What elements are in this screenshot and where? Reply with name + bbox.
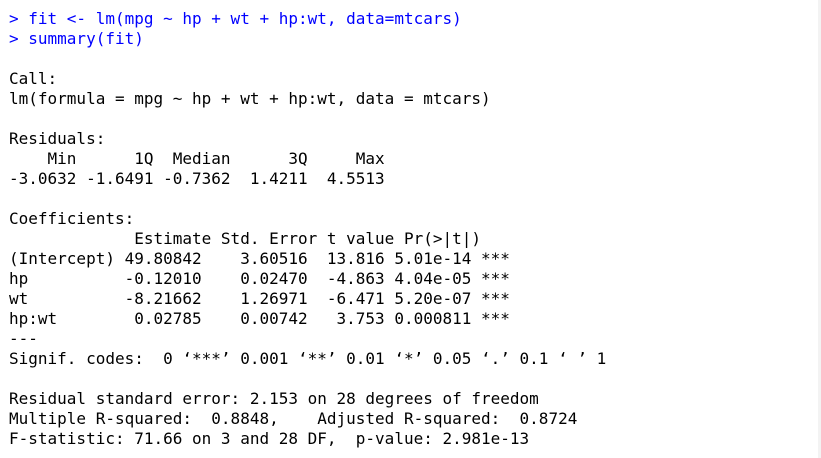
separator-line: --- xyxy=(9,329,38,348)
call-formula: lm(formula = mpg ~ hp + wt + hp:wt, data… xyxy=(9,89,491,108)
residuals-labels: Min 1Q Median 3Q Max xyxy=(9,149,395,168)
coefficient-row-hp: hp -0.12010 0.02470 -4.863 4.04e-05 *** xyxy=(9,269,510,288)
r-squared-line: Multiple R-squared: 0.8848, Adjusted R-s… xyxy=(9,409,587,428)
coefficient-row-hp-wt: hp:wt 0.02785 0.00742 3.753 0.000811 *** xyxy=(9,309,510,328)
signif-codes-line: Signif. codes: 0 ‘***’ 0.001 ‘**’ 0.01 ‘… xyxy=(9,349,607,368)
r-console-output[interactable]: > fit <- lm(mpg ~ hp + wt + hp:wt, data=… xyxy=(0,0,821,458)
f-statistic-line: F-statistic: 71.66 on 3 and 28 DF, p-val… xyxy=(9,429,530,448)
coefficients-header: Coefficients: xyxy=(9,209,135,228)
residual-standard-error: Residual standard error: 2.153 on 28 deg… xyxy=(9,389,539,408)
console-command-line: > fit <- lm(mpg ~ hp + wt + hp:wt, data=… xyxy=(9,9,462,28)
residuals-values: -3.0632 -1.6491 -0.7362 1.4211 4.5513 xyxy=(9,169,395,188)
coefficient-row-intercept: (Intercept) 49.80842 3.60516 13.816 5.01… xyxy=(9,249,510,268)
residuals-header: Residuals: xyxy=(9,129,106,148)
coefficient-row-wt: wt -8.21662 1.26971 -6.471 5.20e-07 *** xyxy=(9,289,510,308)
coefficients-table-header: Estimate Std. Error t value Pr(>|t|) xyxy=(9,229,520,248)
console-command-line: > summary(fit) xyxy=(9,29,144,48)
call-header: Call: xyxy=(9,69,58,88)
